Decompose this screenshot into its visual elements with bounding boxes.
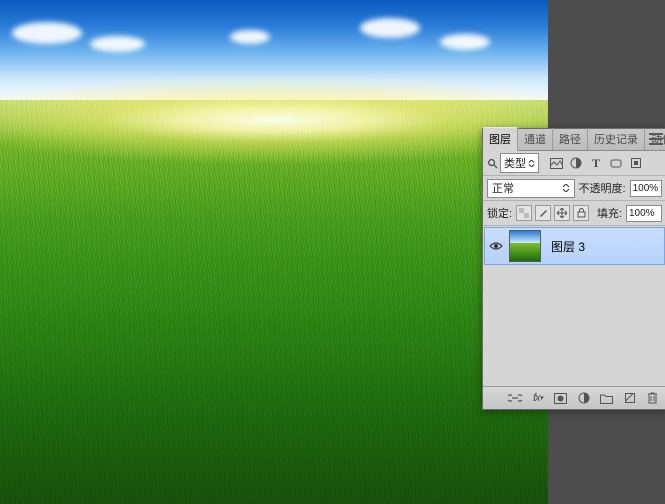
filter-kind-dropdown[interactable]: 类型 xyxy=(487,153,539,173)
blend-mode-value: 正常 xyxy=(492,180,514,196)
adjustment-filter-icon[interactable] xyxy=(569,156,583,170)
trash-icon[interactable] xyxy=(645,391,660,406)
mask-icon[interactable] xyxy=(553,391,568,406)
lock-transparency-icon[interactable] xyxy=(516,205,532,221)
blend-row: 正常 不透明度: 100% xyxy=(483,176,665,201)
opacity-label: 不透明度: xyxy=(579,180,626,196)
tab-history[interactable]: 历史记录 xyxy=(588,128,645,150)
fx-icon[interactable]: fx▾ xyxy=(530,391,545,406)
chevron-updown-icon xyxy=(562,184,570,192)
new-layer-icon[interactable] xyxy=(622,391,637,406)
smart-filter-icon[interactable] xyxy=(629,156,643,170)
filter-row: 类型 T xyxy=(483,151,665,176)
cloud xyxy=(12,22,82,44)
tab-layers[interactable]: 图层 xyxy=(483,127,518,151)
lock-pixels-icon[interactable] xyxy=(535,205,551,221)
document-canvas[interactable] xyxy=(0,0,548,504)
cloud xyxy=(360,18,420,38)
lock-row: 锁定: 填充: 100% xyxy=(483,201,665,226)
visibility-eye-icon[interactable] xyxy=(489,241,503,251)
cloud xyxy=(90,36,145,52)
chevron-updown-icon xyxy=(528,160,535,167)
lock-label: 锁定: xyxy=(487,205,512,221)
panel-tabs: 图层 通道 路径 历史记录 动作 xyxy=(483,129,665,151)
layer-name[interactable]: 图层 3 xyxy=(551,238,585,255)
opacity-value: 100% xyxy=(633,183,659,194)
fill-value: 100% xyxy=(629,208,655,219)
link-icon[interactable] xyxy=(507,391,522,406)
fill-label: 填充: xyxy=(597,205,622,221)
filter-kind-label: 类型 xyxy=(504,155,526,171)
panel-menu-icon[interactable] xyxy=(648,132,664,146)
lock-all-icon[interactable] xyxy=(573,205,589,221)
layers-panel: 图层 通道 路径 历史记录 动作 类型 xyxy=(482,128,665,410)
tab-channels[interactable]: 通道 xyxy=(518,128,553,150)
shape-filter-icon[interactable] xyxy=(609,156,623,170)
fill-field[interactable]: 100% xyxy=(626,205,662,222)
grass-field xyxy=(0,100,548,504)
opacity-field[interactable]: 100% xyxy=(630,180,662,197)
cloud xyxy=(440,34,490,50)
new-adjustment-icon[interactable] xyxy=(576,391,591,406)
group-icon[interactable] xyxy=(599,391,614,406)
tab-paths[interactable]: 路径 xyxy=(553,128,588,150)
panel-footer: fx▾ xyxy=(483,386,665,409)
search-icon xyxy=(487,158,498,169)
blend-mode-select[interactable]: 正常 xyxy=(487,179,575,198)
layers-list[interactable]: 图层 3 xyxy=(483,226,665,386)
layer-row[interactable]: 图层 3 xyxy=(484,227,665,265)
lock-position-icon[interactable] xyxy=(554,205,570,221)
cloud xyxy=(230,30,270,44)
pixel-filter-icon[interactable] xyxy=(549,156,563,170)
layer-thumbnail[interactable] xyxy=(509,230,541,262)
type-filter-icon[interactable]: T xyxy=(589,156,603,170)
sky-gradient xyxy=(0,0,548,105)
